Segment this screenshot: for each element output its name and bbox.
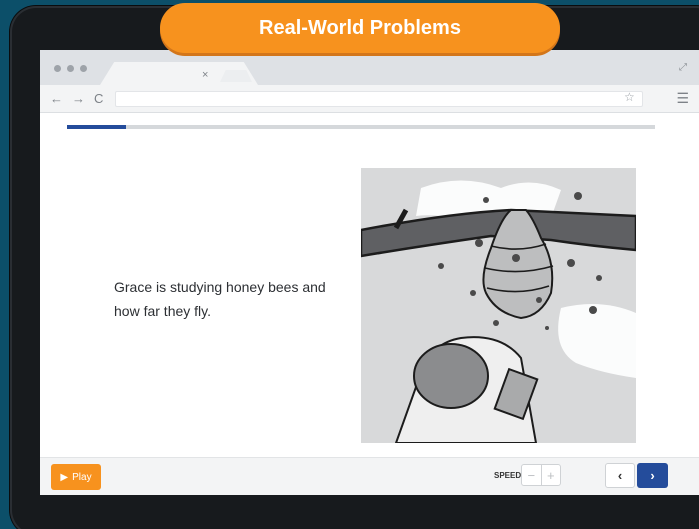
back-icon[interactable]: ←: [50, 91, 63, 106]
page-title: Real-World Problems: [160, 3, 560, 53]
close-tab-icon[interactable]: ×: [202, 69, 208, 81]
window-dot-icon[interactable]: [54, 65, 61, 72]
window-dot-icon[interactable]: [67, 65, 74, 72]
play-icon: ▶: [60, 471, 69, 483]
forward-icon[interactable]: →: [72, 91, 85, 106]
window-controls: [54, 65, 87, 72]
play-label: Play: [72, 471, 92, 483]
browser-tab-bar: × ⤢: [40, 50, 699, 85]
speed-increase-button[interactable]: +: [540, 465, 561, 485]
play-button[interactable]: ▶ Play: [51, 464, 101, 490]
next-button[interactable]: ›: [637, 463, 668, 488]
speed-stepper: − +: [521, 464, 561, 486]
speed-label: SPEED: [494, 471, 522, 480]
story-text: Grace is studying honey bees and how far…: [114, 279, 326, 319]
browser-menu-icon[interactable]: ☰: [676, 90, 689, 107]
lesson-progress-bar: [67, 125, 655, 129]
lesson-progress-fill: [67, 125, 126, 129]
browser-address-bar: ← → C ☆ ☰: [40, 85, 699, 113]
expand-icon[interactable]: ⤢: [679, 62, 687, 73]
url-input[interactable]: [115, 91, 643, 107]
bookmark-star-icon[interactable]: ☆: [624, 90, 635, 104]
reload-icon[interactable]: C: [94, 91, 103, 106]
screen: × ⤢ ← → C ☆ ☰ Grace is studying honey be…: [40, 50, 699, 495]
previous-button[interactable]: ‹: [605, 463, 635, 488]
player-footer: ▶ Play SPEED − + ‹ ›: [40, 457, 699, 495]
window-dot-icon[interactable]: [80, 65, 87, 72]
beekeeper-illustration: [361, 168, 636, 443]
speed-decrease-button[interactable]: −: [522, 465, 541, 485]
